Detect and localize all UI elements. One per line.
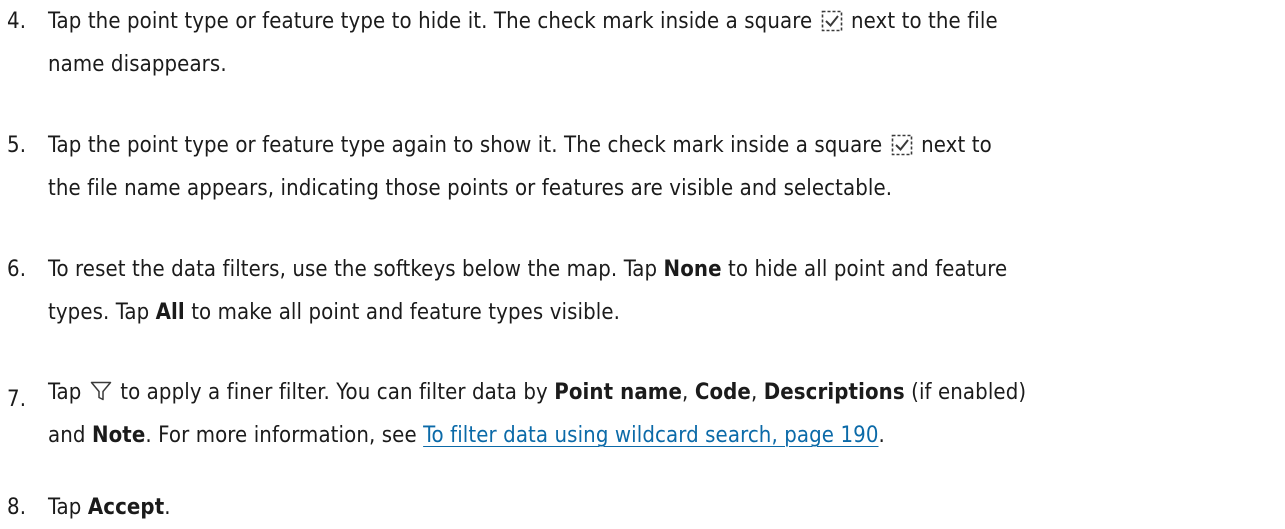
step-text: Tap the point type or feature type to hi…: [48, 9, 813, 34]
step-line: and Note. For more information, see To f…: [48, 421, 885, 451]
separator: ,: [750, 380, 764, 405]
step-text: types. Tap: [48, 300, 156, 325]
softkey-all-label: All: [155, 300, 185, 325]
step-number: 7.: [7, 387, 27, 412]
step-line: To reset the data filters, use the softk…: [48, 255, 1007, 285]
step-line: Tap to apply a finer filter. You can fil…: [48, 378, 1026, 408]
step-line: the file name appears, indicating those …: [48, 174, 892, 204]
step-text: next to: [921, 133, 992, 158]
wildcard-search-link[interactable]: To filter data using wildcard search, pa…: [423, 423, 878, 448]
filter-option-code: Code: [694, 380, 751, 405]
document-page: 4. Tap the point type or feature type to…: [0, 0, 1285, 529]
step-text: next to the file: [851, 9, 998, 34]
step-line: Tap the point type or feature type again…: [48, 131, 992, 161]
step-text: . For more information, see: [145, 423, 424, 448]
step-text: (if enabled): [904, 380, 1027, 405]
step-text: Tap: [48, 495, 88, 520]
step-line: Tap the point type or feature type to hi…: [48, 7, 998, 37]
accept-label: Accept: [87, 495, 165, 520]
filter-funnel-icon: [90, 381, 112, 401]
step-text: and: [48, 423, 92, 448]
filter-option-descriptions: Descriptions: [763, 380, 905, 405]
separator: ,: [682, 380, 695, 405]
step-text: Tap: [48, 380, 82, 405]
step-text: the file name appears, indicating those …: [48, 176, 893, 201]
step-text: name disappears.: [48, 52, 227, 77]
step-number: 8.: [7, 495, 27, 520]
check-mark-square-icon: [821, 10, 842, 32]
step-text: To reset the data filters, use the softk…: [48, 257, 664, 282]
filter-option-point-name: Point name: [554, 380, 683, 405]
step-number: 4.: [7, 9, 27, 34]
step-line: name disappears.: [48, 50, 227, 80]
step-text: to apply a finer filter. You can filter …: [113, 380, 555, 405]
step-number: 6.: [7, 257, 27, 282]
check-mark-square-icon: [891, 134, 913, 156]
step-number: 5.: [7, 133, 27, 158]
softkey-none-label: None: [663, 257, 722, 282]
step-line: types. Tap All to make all point and fea…: [48, 298, 620, 328]
step-text: .: [164, 495, 171, 520]
step-text: to make all point and feature types visi…: [184, 300, 621, 325]
filter-option-note: Note: [91, 423, 146, 448]
step-text: Tap the point type or feature type again…: [48, 133, 883, 158]
step-text: .: [878, 423, 885, 448]
step-text: to hide all point and feature: [721, 257, 1008, 282]
step-line: Tap Accept.: [48, 493, 171, 523]
